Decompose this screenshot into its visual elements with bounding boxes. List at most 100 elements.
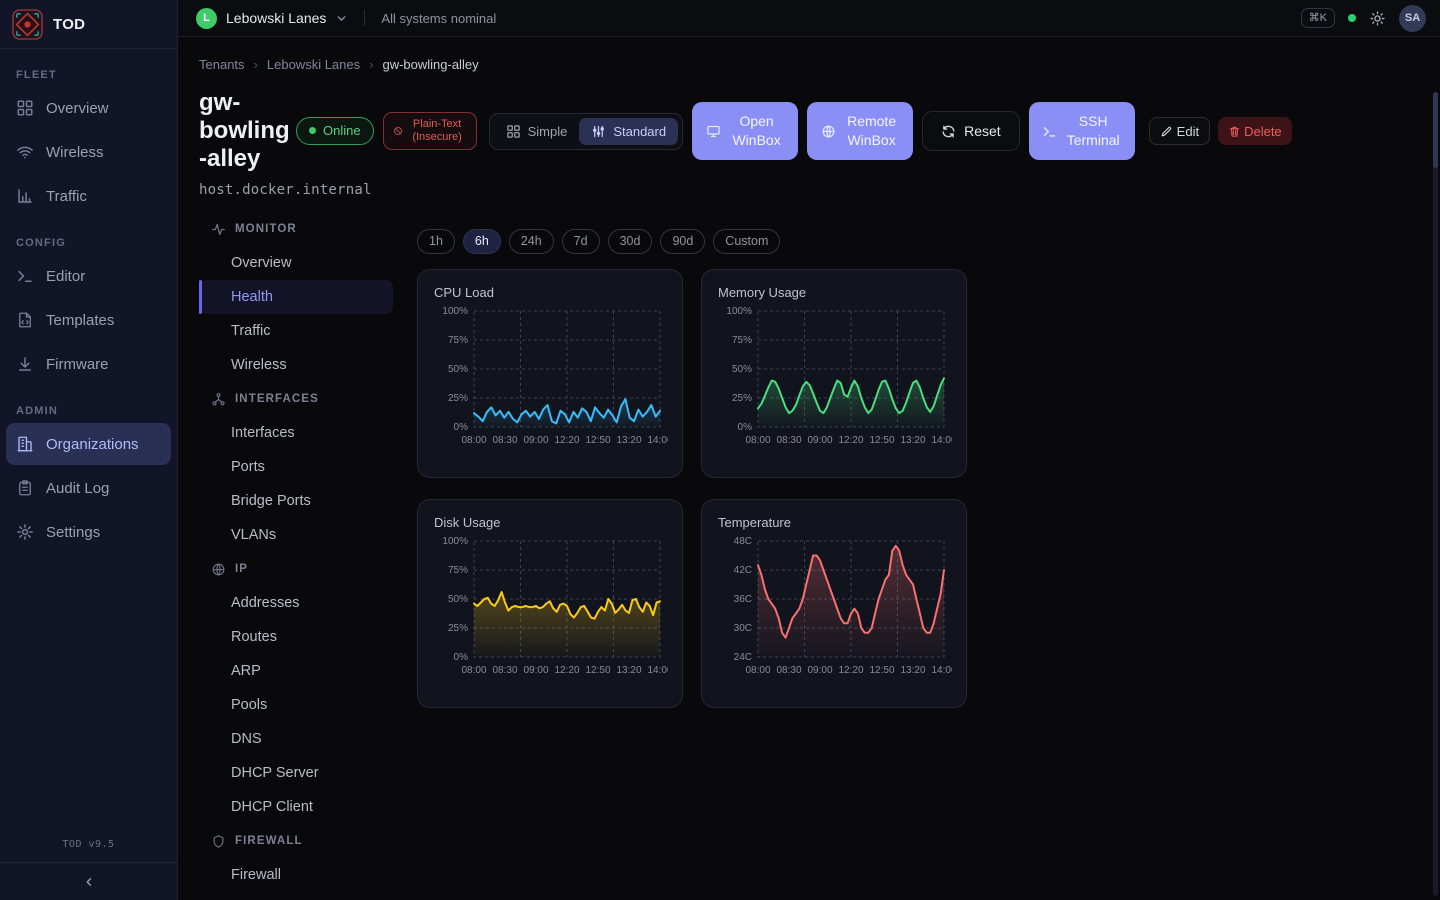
svg-text:30C: 30C <box>734 623 752 634</box>
sidebar-item-audit-log[interactable]: Audit Log <box>6 467 171 509</box>
sidebar-item-editor[interactable]: Editor <box>6 255 171 297</box>
svg-text:14:00: 14:00 <box>647 435 668 446</box>
subnav-section-interfaces: INTERFACES <box>199 382 393 416</box>
svg-text:08:00: 08:00 <box>461 665 486 676</box>
theme-toggle-sun-icon[interactable] <box>1369 10 1386 27</box>
sidebar-nav: FLEETOverviewWirelessTrafficCONFIGEditor… <box>0 69 177 553</box>
refresh-icon <box>941 124 956 139</box>
chart-title: CPU Load <box>434 285 667 300</box>
svg-text:14:00: 14:00 <box>647 665 668 676</box>
view-mode-simple[interactable]: Simple <box>494 118 580 145</box>
svg-text:08:30: 08:30 <box>492 665 517 676</box>
subnav-item-arp[interactable]: ARP <box>199 654 393 688</box>
subnav-item-dhcp-client[interactable]: DHCP Client <box>199 790 393 824</box>
topbar-divider <box>364 10 365 26</box>
sidebar-item-traffic[interactable]: Traffic <box>6 175 171 217</box>
subnav-item-dns[interactable]: DNS <box>199 722 393 756</box>
svg-text:50%: 50% <box>732 364 752 375</box>
svg-text:12:20: 12:20 <box>838 665 863 676</box>
time-range-6h[interactable]: 6h <box>463 229 501 254</box>
breadcrumb-item-tenants[interactable]: Tenants <box>199 57 245 72</box>
sidebar-item-wireless[interactable]: Wireless <box>6 131 171 173</box>
system-status-text: All systems nominal <box>381 11 496 26</box>
subnav-item-traffic[interactable]: Traffic <box>199 314 393 348</box>
charts-grid: CPU Load 100% 75% 50% 25% 0% 08:00 08:30 09:00 1… <box>417 269 967 708</box>
svg-text:0%: 0% <box>738 422 753 433</box>
remote-winbox-button[interactable]: Remote WinBox <box>807 102 913 160</box>
time-range-24h[interactable]: 24h <box>509 229 554 254</box>
breadcrumb-item-lebowski-lanes[interactable]: Lebowski Lanes <box>267 57 360 72</box>
time-range-90d[interactable]: 90d <box>660 229 705 254</box>
subnav-item-routes[interactable]: Routes <box>199 620 393 654</box>
user-avatar[interactable]: SA <box>1399 5 1426 32</box>
svg-text:50%: 50% <box>448 364 468 375</box>
sidebar-item-overview[interactable]: Overview <box>6 87 171 129</box>
svg-text:12:20: 12:20 <box>554 665 579 676</box>
sidebar-collapse-button[interactable] <box>0 862 177 900</box>
svg-text:12:50: 12:50 <box>869 665 894 676</box>
svg-text:08:00: 08:00 <box>745 665 770 676</box>
charts-column: 1h 6h 24h 7d 30d 90d Custom CPU Load 100% 75% 50… <box>417 212 967 900</box>
svg-text:13:20: 13:20 <box>616 665 641 676</box>
reset-button[interactable]: Reset <box>922 111 1020 151</box>
breadcrumb: Tenants›Lebowski Lanes›gw-bowling-alley <box>199 57 1440 72</box>
delete-button[interactable]: Delete <box>1218 117 1292 145</box>
svg-text:100%: 100% <box>726 306 752 317</box>
subnav-item-firewall[interactable]: Firewall <box>199 858 393 892</box>
subnav-item-dhcp-server[interactable]: DHCP Server <box>199 756 393 790</box>
time-range-1h[interactable]: 1h <box>417 229 455 254</box>
sidebar-item-firmware[interactable]: Firmware <box>6 343 171 385</box>
svg-text:09:00: 09:00 <box>523 665 548 676</box>
edit-button[interactable]: Edit <box>1149 117 1210 145</box>
subnav-item-ports[interactable]: Ports <box>199 450 393 484</box>
scrollbar-thumb[interactable] <box>1433 92 1438 168</box>
open-winbox-button[interactable]: Open WinBox <box>692 102 798 160</box>
ssh-terminal-label: SSH Terminal <box>1065 112 1121 150</box>
time-range-7d[interactable]: 7d <box>562 229 600 254</box>
svg-text:09:00: 09:00 <box>807 665 832 676</box>
subnav-item-vlans[interactable]: VLANs <box>199 518 393 552</box>
svg-text:25%: 25% <box>732 393 752 404</box>
svg-text:08:00: 08:00 <box>745 435 770 446</box>
subnav-section-monitor: MONITOR <box>199 212 393 246</box>
view-mode-standard[interactable]: Standard <box>579 118 678 145</box>
subnav-item-health[interactable]: Health <box>199 280 393 314</box>
svg-text:0%: 0% <box>454 652 469 663</box>
reset-label: Reset <box>964 123 1001 139</box>
ssh-terminal-button[interactable]: SSH Terminal <box>1029 102 1135 160</box>
scrollbar-track <box>1433 92 1438 896</box>
subnav-item-addresses[interactable]: Addresses <box>199 586 393 620</box>
delete-label: Delete <box>1244 124 1282 139</box>
sidebar-item-templates[interactable]: Templates <box>6 299 171 341</box>
bars-icon <box>16 187 34 205</box>
tenant-selector[interactable]: L Lebowski Lanes <box>196 8 348 29</box>
standard-label: Standard <box>613 124 666 139</box>
svg-text:0%: 0% <box>454 422 469 433</box>
globe-icon <box>821 124 836 139</box>
subnav-item-wireless[interactable]: Wireless <box>199 348 393 382</box>
time-range-custom[interactable]: Custom <box>713 229 780 254</box>
subnav-item-pools[interactable]: Pools <box>199 688 393 722</box>
svg-text:08:30: 08:30 <box>492 435 517 446</box>
svg-text:24C: 24C <box>734 652 752 663</box>
security-badge-insecure: Plain-Text (Insecure) <box>383 112 477 150</box>
sidebar-item-settings[interactable]: Settings <box>6 511 171 553</box>
terminal-icon <box>1042 124 1057 139</box>
svg-text:75%: 75% <box>732 335 752 346</box>
sidebar-item-label: Overview <box>46 100 109 117</box>
sidebar-item-organizations[interactable]: Organizations <box>6 423 171 465</box>
slash-circle-icon <box>393 126 403 136</box>
subnav-item-mangle[interactable]: Mangle <box>199 892 393 900</box>
terminal-icon <box>16 267 34 285</box>
chart-plot-disk-usage: 100%75%50%25%0%08:0008:3009:0012:2012:50… <box>434 533 668 685</box>
sidebar-section-label-config: CONFIG <box>0 237 177 249</box>
device-subnav: MONITOROverviewHealthTrafficWirelessINTE… <box>199 212 393 900</box>
subnav-item-interfaces[interactable]: Interfaces <box>199 416 393 450</box>
time-range-30d[interactable]: 30d <box>608 229 653 254</box>
chart-title: Memory Usage <box>718 285 951 300</box>
subnav-item-bridge-ports[interactable]: Bridge Ports <box>199 484 393 518</box>
subnav-item-overview[interactable]: Overview <box>199 246 393 280</box>
subnav-section-label: IP <box>235 563 248 575</box>
wifi-icon <box>16 143 34 161</box>
command-palette-shortcut[interactable]: ⌘K <box>1301 8 1335 28</box>
